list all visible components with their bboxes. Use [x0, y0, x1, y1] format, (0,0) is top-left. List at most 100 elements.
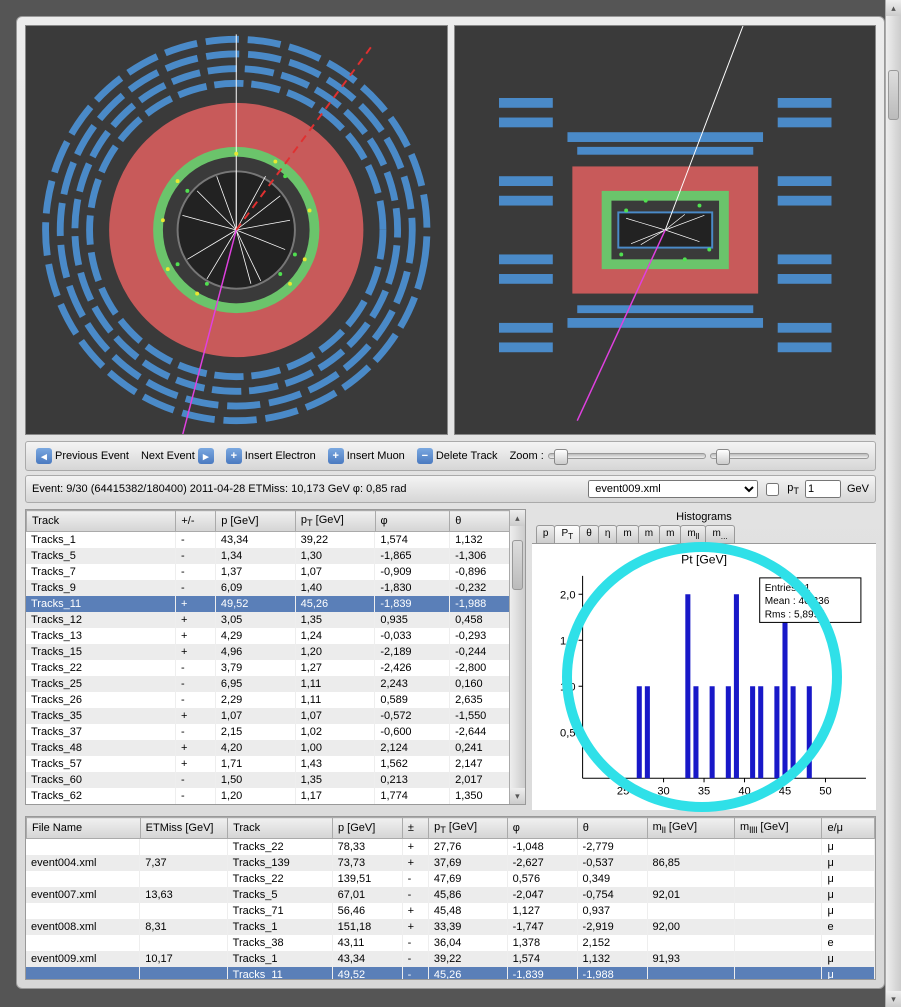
table-row[interactable]: Tracks_1-43,3439,221,5741,132 — [26, 532, 524, 548]
table-row[interactable]: event008.xml8,31Tracks_1151,18+33,39-1,7… — [26, 919, 875, 935]
svg-text:50: 50 — [819, 785, 831, 797]
table-row[interactable]: Tracks_62-1,201,171,7741,350 — [26, 788, 524, 804]
view-transverse[interactable] — [25, 25, 448, 435]
table-row[interactable]: Tracks_5-1,341,30-1,865-1,306 — [26, 548, 524, 564]
svg-text:35: 35 — [698, 785, 710, 797]
col-header[interactable]: Track — [27, 511, 176, 532]
table-row[interactable]: Tracks_57+1,711,431,5622,147 — [26, 756, 524, 772]
pt-input[interactable] — [805, 480, 841, 498]
insert-electron-button[interactable]: +Insert Electron — [222, 446, 320, 466]
tab-m_ll[interactable]: mll — [680, 525, 706, 543]
col-header[interactable]: p [GeV] — [216, 511, 296, 532]
histogram-panel: Histograms pPTθηmmmmllm... Pt [GeV]0,51,… — [532, 509, 876, 810]
table-row[interactable]: Tracks_15+4,961,20-2,189-0,244 — [26, 644, 524, 660]
file-select[interactable]: event009.xml — [588, 480, 758, 498]
toolbar: ◂Previous Event Next Event▸ +Insert Elec… — [25, 441, 876, 471]
histogram-title: Histograms — [532, 509, 876, 525]
zoom-label: Zoom : — [510, 450, 544, 462]
histogram-tabs: pPTθηmmmmllm... — [532, 525, 876, 543]
svg-text:Pt [GeV]: Pt [GeV] — [681, 553, 727, 567]
tab-m[interactable]: m — [638, 525, 660, 543]
ins-mu-label: Insert Muon — [347, 450, 405, 462]
detector-views — [25, 25, 876, 435]
table-row[interactable]: Tracks_48+4,201,002,1240,241 — [26, 740, 524, 756]
events-table: File NameETMiss [GeV]Trackp [GeV]±pT [Ge… — [25, 816, 876, 980]
col-header[interactable]: p [GeV] — [332, 818, 402, 839]
col-header[interactable]: Track — [228, 818, 333, 839]
event-info: Event: 9/30 (64415382/180400) 2011-04-28… — [32, 483, 406, 495]
next-event-button[interactable]: Next Event▸ — [137, 446, 218, 466]
table-row[interactable]: Tracks_2278,33+27,76-1,048-2,779μ — [26, 839, 875, 855]
col-header[interactable]: mll [GeV] — [647, 818, 734, 839]
table-row[interactable]: Tracks_12+3,051,350,9350,458 — [26, 612, 524, 628]
insert-muon-button[interactable]: +Insert Muon — [324, 446, 409, 466]
col-header[interactable]: φ — [507, 818, 577, 839]
svg-text:25: 25 — [617, 785, 629, 797]
table-row[interactable]: Tracks_11+49,5245,26-1,839-1,988 — [26, 596, 524, 612]
infobar: Event: 9/30 (64415382/180400) 2011-04-28… — [25, 475, 876, 503]
pt-histogram-chart[interactable]: Pt [GeV]0,51,01,52,0253035404550Entries … — [532, 543, 876, 810]
table-row[interactable]: Tracks_1149,52-45,26-1,839-1,988μ — [26, 967, 875, 979]
table-row[interactable]: Tracks_9-6,091,40-1,830-0,232 — [26, 580, 524, 596]
table-row[interactable]: Tracks_22139,51-47,690,5760,349μ — [26, 871, 875, 887]
table-row[interactable]: event004.xml7,37Tracks_13973,73+37,69-2,… — [26, 855, 875, 871]
table-row[interactable]: Tracks_35+1,071,07-0,572-1,550 — [26, 708, 524, 724]
svg-text:Rms : 5,8995: Rms : 5,8995 — [765, 609, 826, 620]
tab-p[interactable]: p — [536, 525, 556, 543]
plus-icon: + — [226, 448, 242, 464]
pt-unit: GeV — [847, 483, 869, 495]
svg-text:1,0: 1,0 — [560, 681, 575, 693]
svg-text:40: 40 — [738, 785, 750, 797]
col-header[interactable]: θ — [577, 818, 647, 839]
table-row[interactable]: Tracks_7-1,371,07-0,909-0,896 — [26, 564, 524, 580]
table-row[interactable]: Tracks_13+4,291,24-0,033-0,293 — [26, 628, 524, 644]
table-row[interactable]: Tracks_37-2,151,02-0,600-2,644 — [26, 724, 524, 740]
col-header[interactable]: pT [GeV] — [429, 818, 508, 839]
col-header[interactable]: File Name — [27, 818, 141, 839]
col-header[interactable]: ± — [402, 818, 428, 839]
table-row[interactable]: event009.xml10,17Tracks_143,34-39,221,57… — [26, 951, 875, 967]
arrow-left-icon: ◂ — [36, 448, 52, 464]
svg-text:45: 45 — [779, 785, 791, 797]
arrow-right-icon: ▸ — [198, 448, 214, 464]
tab-η[interactable]: η — [598, 525, 618, 543]
tab-m_...[interactable]: m... — [705, 525, 734, 543]
svg-text:2,0: 2,0 — [560, 589, 575, 601]
svg-text:Entries : 1: Entries : 1 — [765, 583, 811, 594]
delete-track-button[interactable]: −Delete Track — [413, 446, 502, 466]
view-longitudinal[interactable] — [454, 25, 877, 435]
col-header[interactable]: φ — [375, 511, 450, 532]
col-header[interactable]: mllll [GeV] — [735, 818, 822, 839]
table-row[interactable]: Tracks_7156,46+45,481,1270,937μ — [26, 903, 875, 919]
plus-icon: + — [328, 448, 344, 464]
pt-label: pT — [787, 482, 799, 496]
tracks-scrollbar[interactable]: ▴▾ — [509, 510, 525, 804]
events-scrollbar[interactable]: ▴▾ — [885, 0, 901, 1007]
zoom-slider-2[interactable] — [710, 453, 869, 459]
pt-checkbox[interactable] — [766, 483, 779, 496]
tab-P_T[interactable]: PT — [554, 525, 580, 543]
table-row[interactable]: Tracks_22-3,791,27-2,426-2,800 — [26, 660, 524, 676]
next-label: Next Event — [141, 450, 195, 462]
prev-event-button[interactable]: ◂Previous Event — [32, 446, 133, 466]
table-row[interactable]: Tracks_25-6,951,112,2430,160 — [26, 676, 524, 692]
ins-e-label: Insert Electron — [245, 450, 316, 462]
svg-text:30: 30 — [657, 785, 669, 797]
app-window: ◂Previous Event Next Event▸ +Insert Elec… — [16, 16, 885, 989]
table-row[interactable]: event007.xml13,63Tracks_567,01-45,86-2,0… — [26, 887, 875, 903]
table-row[interactable]: Tracks_60-1,501,350,2132,017 — [26, 772, 524, 788]
col-header[interactable]: pT [GeV] — [295, 511, 375, 532]
table-row[interactable]: Tracks_26-2,291,110,5892,635 — [26, 692, 524, 708]
zoom-slider-1[interactable] — [548, 453, 707, 459]
table-row[interactable]: Tracks_3843,11-36,041,3782,152e — [26, 935, 875, 951]
col-header[interactable]: +/- — [176, 511, 216, 532]
tab-m[interactable]: m — [616, 525, 638, 543]
minus-icon: − — [417, 448, 433, 464]
prev-label: Previous Event — [55, 450, 129, 462]
tracks-table: Track+/-p [GeV]pT [GeV]φθ Tracks_1-43,34… — [25, 509, 526, 805]
col-header[interactable]: ETMiss [GeV] — [140, 818, 227, 839]
svg-text:0,5: 0,5 — [560, 727, 575, 739]
tab-θ[interactable]: θ — [579, 525, 599, 543]
tab-m[interactable]: m — [659, 525, 681, 543]
col-header[interactable]: e/μ — [822, 818, 875, 839]
